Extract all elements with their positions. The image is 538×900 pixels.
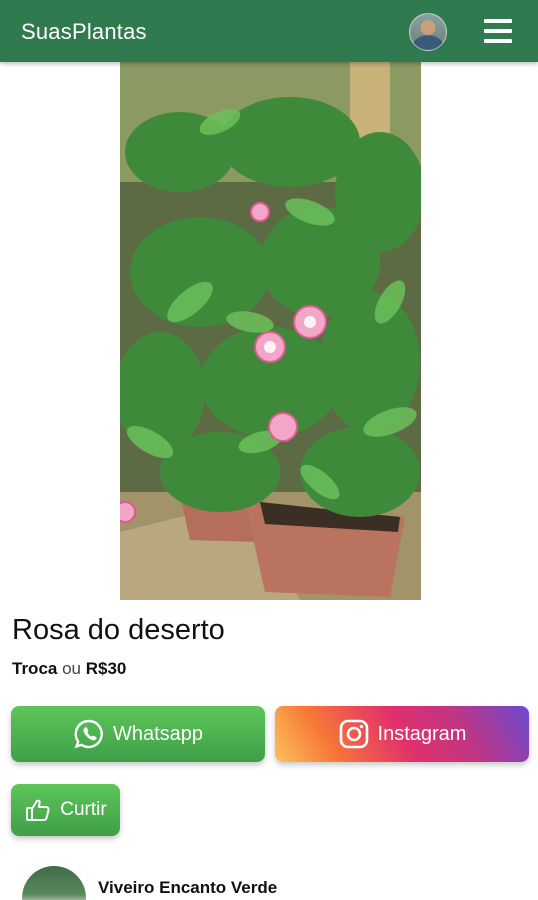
whatsapp-button[interactable]: Whatsapp [11,706,265,762]
seller-avatar[interactable] [22,866,86,900]
instagram-label: Instagram [377,722,467,745]
plant-photo-image [120,62,421,600]
instagram-icon [338,718,370,750]
whatsapp-icon [73,718,105,750]
like-label: Curtir [60,799,107,820]
hamburger-menu-icon[interactable] [484,19,512,43]
or-label: ou [62,659,82,678]
whatsapp-label: Whatsapp [112,722,204,745]
like-button[interactable]: Curtir [11,784,120,836]
top-app-bar: SuasPlantas [0,0,538,62]
trade-label: Troca [12,659,58,678]
price-value: R$30 [85,659,127,678]
seller-name[interactable]: Viveiro Encanto Verde [98,878,277,898]
plant-photo[interactable] [120,62,421,600]
user-avatar[interactable] [409,13,447,51]
seller-info[interactable]: Viveiro Encanto Verde [22,866,522,900]
price-line: Troca ou R$30 [12,659,126,679]
instagram-button[interactable]: Instagram [275,706,529,762]
brand-title[interactable]: SuasPlantas [21,19,147,45]
thumbs-up-icon [24,796,52,824]
plant-title: Rosa do deserto [12,614,225,646]
